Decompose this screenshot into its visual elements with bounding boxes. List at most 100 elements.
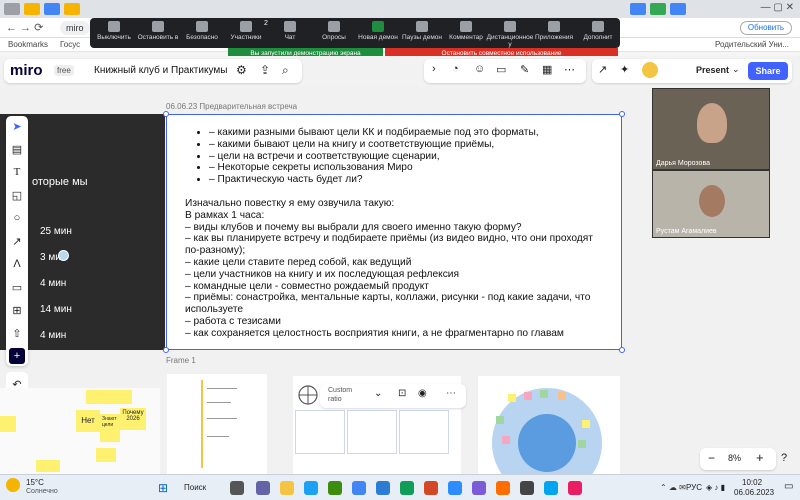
sticky-note[interactable] (578, 440, 586, 448)
frame-label[interactable]: Frame 1 (166, 356, 196, 365)
resize-handle[interactable] (163, 111, 169, 117)
comment-icon[interactable]: ✎ (520, 63, 529, 76)
zoom-app-icon[interactable] (448, 481, 462, 495)
app-icon[interactable] (520, 481, 534, 495)
plus-icon[interactable]: + (9, 348, 25, 364)
sticky-note[interactable] (508, 394, 516, 402)
stop-video-button[interactable]: Остановить в (134, 21, 182, 47)
store-icon[interactable] (328, 481, 342, 495)
drawing-card[interactable] (399, 410, 449, 454)
annotate-button[interactable]: Комментар (442, 21, 490, 47)
word-icon[interactable] (376, 481, 390, 495)
new-share-button[interactable]: Новая демон (354, 21, 402, 47)
security-button[interactable]: Безопасно (178, 21, 226, 47)
resize-handle[interactable] (619, 111, 625, 117)
zoom-level[interactable]: 8% (728, 453, 741, 463)
pen-icon[interactable]: Ʌ (9, 256, 25, 272)
chevron-right-icon[interactable]: › (432, 63, 436, 75)
weather-icon[interactable] (6, 478, 20, 492)
cursor-icon[interactable]: ↗ (598, 63, 607, 76)
sticky-note[interactable]: Знают цели (100, 414, 120, 442)
frame-icon[interactable]: ▤ (9, 141, 25, 157)
network-volume-icons[interactable]: ◈ ♪ ▮ (706, 483, 725, 492)
tab-icon[interactable] (24, 3, 40, 15)
sticky-note[interactable]: Почему 2026 (120, 408, 146, 430)
explorer-icon[interactable] (280, 481, 294, 495)
frame-tool-icon[interactable]: ⊞ (9, 302, 25, 318)
mind-map-thumb[interactable] (167, 374, 267, 474)
more-icon[interactable]: ⋯ (446, 388, 456, 399)
notification-icon[interactable]: ▭ (784, 481, 793, 492)
timer-icon[interactable]: ◔ (452, 63, 459, 75)
app-icon[interactable] (472, 481, 486, 495)
chevron-down-icon[interactable]: ⌄ (732, 64, 740, 75)
avatar[interactable] (642, 62, 658, 78)
comment-icon[interactable]: ▭ (9, 279, 25, 295)
app-icon[interactable] (544, 481, 558, 495)
start-icon[interactable]: ⊞ (158, 481, 168, 495)
drawing-card[interactable] (347, 410, 397, 454)
sticky-board-thumb[interactable]: Нет Знают цели Почему 2026 (0, 388, 160, 474)
search-icon[interactable]: ⌕ (282, 63, 289, 78)
participant-video[interactable]: Дарья Морозова (652, 88, 770, 170)
zoom-out-button[interactable]: − (708, 451, 715, 465)
sticky-note[interactable] (0, 416, 16, 432)
pause-share-button[interactable]: Паузы демон (398, 21, 446, 47)
board-title[interactable]: Книжный клуб и Практикумы (94, 65, 227, 76)
drawing-card[interactable] (295, 410, 345, 454)
resize-handle[interactable] (619, 347, 625, 353)
app-icon[interactable] (400, 481, 414, 495)
custom-ratio-label[interactable]: Custom ratio (328, 386, 360, 404)
back-forward-icons[interactable]: ← → ⟳ (6, 21, 43, 34)
sticky-note[interactable] (86, 390, 132, 404)
more-icon[interactable]: ⋯ (564, 63, 575, 76)
reactions-icon[interactable]: ☺ (474, 63, 485, 75)
tab-icon[interactable] (4, 3, 20, 15)
sticky-note[interactable] (582, 420, 590, 428)
sticky-note[interactable] (540, 390, 548, 398)
apps-button[interactable]: Приложения (530, 21, 578, 47)
miro-logo[interactable]: miro (10, 62, 43, 79)
grid-icon[interactable]: ▦ (542, 63, 552, 76)
sticky-note[interactable] (558, 392, 566, 400)
participants-button[interactable]: Участники (222, 21, 270, 47)
resize-handle[interactable] (163, 347, 169, 353)
add-icon[interactable] (58, 250, 69, 261)
sticky-note[interactable] (96, 448, 116, 462)
polls-button[interactable]: Опросы (310, 21, 358, 47)
upload-icon[interactable]: ⇧ (9, 325, 25, 341)
search-box[interactable]: Поиск (184, 483, 206, 492)
sticky-note[interactable]: Нет (76, 410, 100, 432)
help-icon[interactable]: ? (781, 452, 787, 464)
frame-preset-icon[interactable] (297, 384, 319, 406)
sticky-note[interactable] (496, 416, 504, 424)
selected-text-box[interactable]: – какими разными бывают цели КК и подбир… (163, 111, 625, 353)
lock-icon[interactable]: ⊡ (398, 388, 406, 399)
frame-label[interactable]: 06.06.23 Предварительная встреча (166, 102, 297, 111)
clock-time[interactable]: 10:02 (742, 478, 762, 487)
window-controls[interactable]: — ▢ ✕ (761, 2, 794, 13)
clock-date[interactable]: 06.06.2023 (734, 488, 774, 497)
confetti-icon[interactable]: ✦ (620, 63, 629, 76)
video-icon[interactable]: ▭ (496, 63, 506, 76)
app-icon[interactable] (496, 481, 510, 495)
url-field[interactable]: miro (60, 21, 90, 35)
select-cursor-icon[interactable]: ➤ (9, 118, 25, 134)
export-icon[interactable]: ⇪ (260, 63, 270, 77)
more-button[interactable]: Дополнит (574, 21, 622, 47)
weather-temp[interactable]: 15°C (26, 478, 44, 487)
zoom-in-button[interactable]: + (756, 450, 764, 465)
settings-icon[interactable]: ⚙ (236, 63, 247, 77)
weather-desc[interactable]: Солнечно (26, 488, 58, 495)
tab-icon[interactable] (630, 3, 646, 15)
participant-video[interactable]: Рустам Агамалиев (652, 170, 770, 238)
bookmark-item[interactable]: Bookmarks (8, 40, 48, 49)
shape-icon[interactable]: ○ (9, 210, 25, 226)
mute-button[interactable]: Выключить (90, 21, 138, 47)
connector-icon[interactable]: ↗ (9, 233, 25, 249)
language-indicator[interactable]: РУС (686, 483, 702, 492)
bookmark-item[interactable]: Родительский Уни... (715, 40, 789, 49)
bookmark-item[interactable]: Госус (60, 40, 80, 49)
circle-diagram-thumb[interactable] (478, 376, 620, 498)
chevron-down-icon[interactable]: ⌄ (374, 388, 382, 399)
